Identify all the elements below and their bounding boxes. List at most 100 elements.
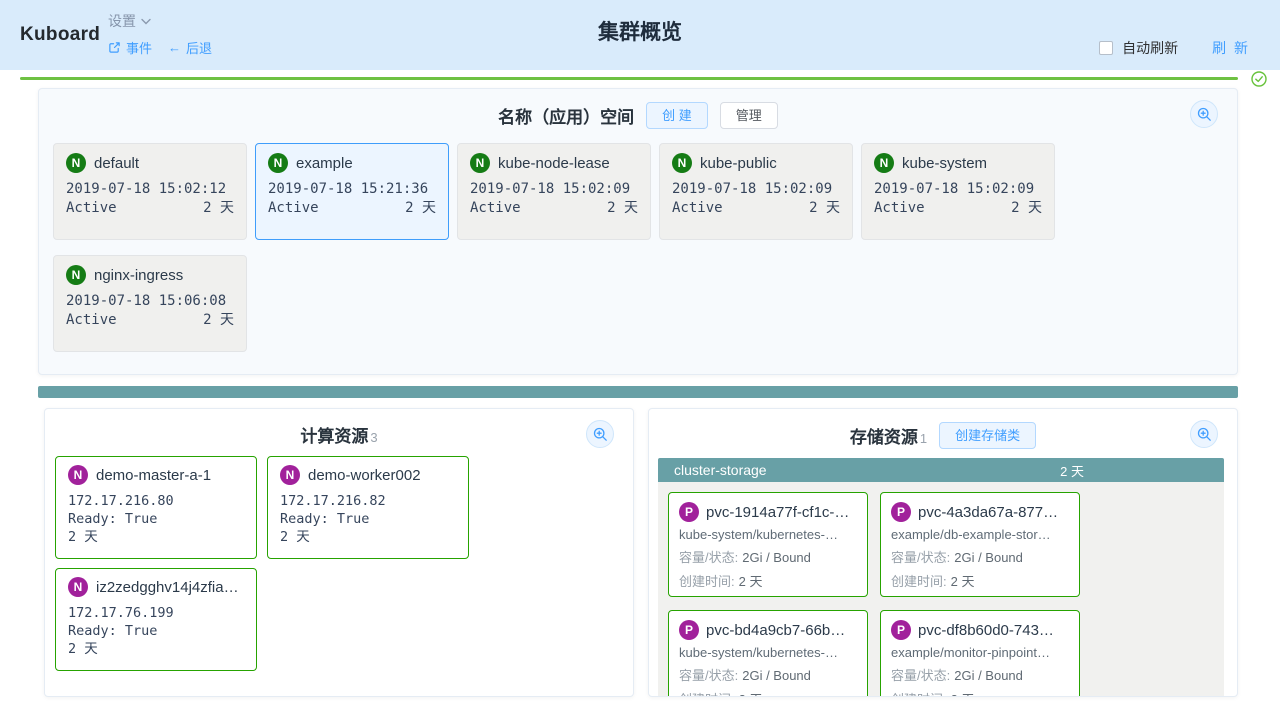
namespace-card[interactable]: N kube-node-lease 2019-07-18 15:02:09 Ac… <box>457 143 651 240</box>
namespace-age: 2 天 <box>607 200 638 216</box>
app-header: Kuboard 设置 事件 ← 后退 集群概览 自动刷新 刷 新 <box>0 0 1280 70</box>
namespace-created: 2019-07-18 15:02:09 <box>672 181 833 197</box>
manage-namespace-button[interactable]: 管理 <box>719 102 778 129</box>
namespace-icon: N <box>874 153 894 173</box>
pvc-name: pvc-1914a77f-cf1c-… <box>706 503 850 521</box>
namespace-name: example <box>296 154 353 172</box>
storage-class-name: cluster-storage <box>674 462 767 478</box>
namespace-created: 2019-07-18 15:06:08 <box>66 293 227 309</box>
storage-title: 存储资源 1 <box>849 428 928 447</box>
node-age: 2 天 <box>68 641 98 657</box>
pvc-name: pvc-bd4a9cb7-66b… <box>706 621 846 639</box>
node-name: demo-worker002 <box>308 466 421 484</box>
node-card[interactable]: N demo-worker002 172.17.216.82 Ready: Tr… <box>267 456 469 559</box>
check-circle-icon <box>1251 71 1267 87</box>
node-ready: Ready: True <box>280 511 370 527</box>
node-icon: N <box>68 577 88 597</box>
namespace-name: kube-node-lease <box>498 154 610 172</box>
compute-title: 计算资源 3 <box>300 427 378 446</box>
pvc-capacity-label: 容量/状态: <box>679 550 739 565</box>
storage-class-section: cluster-storage 2 天 P pvc-1914a77f-cf1c-… <box>658 458 1224 696</box>
storage-zoom-button[interactable] <box>1190 420 1218 448</box>
pvc-ref: kube-system/kubernetes-… <box>679 527 838 542</box>
pvc-card[interactable]: P pvc-df8b60d0-743… example/monitor-pinp… <box>880 610 1080 696</box>
namespace-icon: N <box>672 153 692 173</box>
pvc-icon: P <box>891 502 911 522</box>
compute-panel: 计算资源 3 N demo-master-a-1 172.17.216.80 Re… <box>44 408 634 697</box>
pvc-age: 2 天 <box>951 692 975 696</box>
node-ip: 172.17.216.80 <box>68 493 174 509</box>
auto-refresh-label: 自动刷新 <box>1122 40 1179 56</box>
pvc-age: 2 天 <box>738 574 763 589</box>
pvc-icon: P <box>891 620 911 640</box>
node-name: demo-master-a-1 <box>96 466 212 484</box>
compute-zoom-button[interactable] <box>586 420 614 448</box>
namespace-name: kube-public <box>700 154 777 172</box>
namespace-age: 2 天 <box>809 200 840 216</box>
node-age: 2 天 <box>68 529 98 545</box>
namespace-age: 2 天 <box>1011 200 1042 216</box>
pvc-icon: P <box>679 502 699 522</box>
pvc-created-label: 创建时间: <box>679 692 735 696</box>
namespace-name: nginx-ingress <box>94 266 184 284</box>
namespace-card[interactable]: N nginx-ingress 2019-07-18 15:06:08 Acti… <box>53 255 247 352</box>
namespace-icon: N <box>66 153 86 173</box>
namespace-card[interactable]: N kube-public 2019-07-18 15:02:09 Active… <box>659 143 853 240</box>
pvc-capacity-label: 容量/状态: <box>679 668 739 683</box>
namespace-card[interactable]: N default 2019-07-18 15:02:12 Active 2 天 <box>53 143 247 240</box>
create-storageclass-button[interactable]: 创建存储类 <box>939 422 1037 449</box>
namespace-created: 2019-07-18 15:02:12 <box>66 181 227 197</box>
namespace-age: 2 天 <box>203 200 234 216</box>
namespace-created: 2019-07-18 15:02:09 <box>874 181 1035 197</box>
storage-count: 1 <box>919 431 928 446</box>
node-ip: 172.17.76.199 <box>68 605 174 621</box>
pvc-ref: example/monitor-pinpoint… <box>891 645 1050 660</box>
namespaces-panel: 名称（应用）空间 创 建 管理 N default 2019-07-18 15:… <box>38 88 1238 375</box>
namespace-name: default <box>94 154 140 172</box>
namespace-status: Active <box>66 200 117 216</box>
pvc-capacity: 2Gi / Bound <box>742 668 811 683</box>
pvc-capacity: 2Gi / Bound <box>954 668 1023 683</box>
pvc-card[interactable]: P pvc-4a3da67a-877… example/db-example-s… <box>880 492 1080 597</box>
namespaces-zoom-button[interactable] <box>1190 100 1218 128</box>
namespace-icon: N <box>268 153 288 173</box>
namespace-status: Active <box>268 200 319 216</box>
pvc-ref: kube-system/kubernetes-… <box>679 645 838 660</box>
namespace-status: Active <box>66 312 117 328</box>
zoom-in-icon <box>593 427 607 441</box>
pvc-card[interactable]: P pvc-bd4a9cb7-66b… kube-system/kubernet… <box>668 610 868 696</box>
refresh-button[interactable]: 刷 新 <box>1212 38 1250 58</box>
zoom-in-icon <box>1197 107 1211 121</box>
namespace-age: 2 天 <box>405 200 436 216</box>
node-icon: N <box>68 465 88 485</box>
namespace-icon: N <box>470 153 490 173</box>
pvc-ref: example/db-example-stor… <box>891 527 1051 542</box>
node-name: iz2zedgghv14j4zfia… <box>96 578 239 596</box>
pvc-created-label: 创建时间: <box>891 692 947 696</box>
namespace-name: kube-system <box>902 154 988 172</box>
node-card[interactable]: N iz2zedgghv14j4zfia… 172.17.76.199 Read… <box>55 568 257 671</box>
page-title: 集群概览 <box>598 21 682 44</box>
namespaces-title: 名称（应用）空间 <box>498 108 635 127</box>
auto-refresh-checkbox[interactable] <box>1099 41 1114 55</box>
namespace-icon: N <box>66 265 86 285</box>
pvc-capacity-label: 容量/状态: <box>891 550 951 565</box>
namespace-created: 2019-07-18 15:21:36 <box>268 181 429 197</box>
pvc-card[interactable]: P pvc-1914a77f-cf1c-… kube-system/kubern… <box>668 492 868 597</box>
namespace-card[interactable]: N kube-system 2019-07-18 15:02:09 Active… <box>861 143 1055 240</box>
create-namespace-button[interactable]: 创 建 <box>646 102 708 129</box>
storage-class-header[interactable]: cluster-storage 2 天 <box>658 458 1224 482</box>
pvc-name: pvc-4a3da67a-877… <box>918 503 1059 521</box>
storage-class-age: 2 天 <box>1060 463 1084 479</box>
node-ip: 172.17.216.82 <box>280 493 386 509</box>
pvc-capacity-label: 容量/状态: <box>891 668 951 683</box>
node-card[interactable]: N demo-master-a-1 172.17.216.80 Ready: T… <box>55 456 257 559</box>
pvc-age: 2 天 <box>739 692 763 696</box>
pvc-icon: P <box>679 620 699 640</box>
pvc-name: pvc-df8b60d0-743… <box>918 621 1054 639</box>
health-progress-line <box>20 77 1238 80</box>
storage-panel: 存储资源 1 创建存储类 cluster-storage 2 天 P pvc-19… <box>648 408 1238 697</box>
namespace-card[interactable]: N example 2019-07-18 15:21:36 Active 2 天 <box>255 143 449 240</box>
collapsed-section-bar[interactable] <box>38 386 1238 398</box>
node-ready: Ready: True <box>68 511 158 527</box>
